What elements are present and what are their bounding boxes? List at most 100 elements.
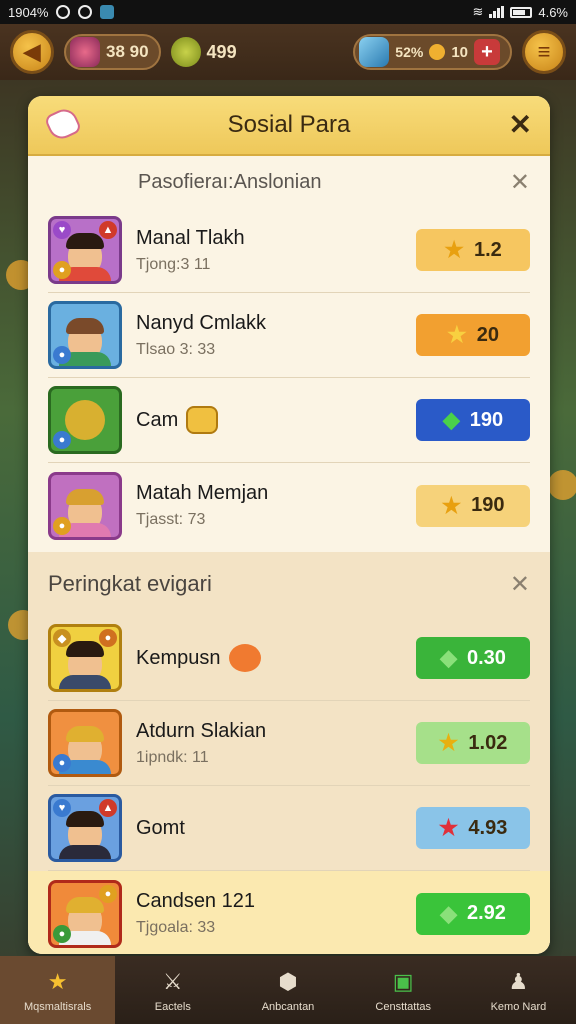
avatar: ♥ ▲ ● — [48, 216, 122, 284]
social-panel: Sosial Para ✕ Pasofieraı:Anslonian ✕ ♥ ▲… — [28, 96, 550, 954]
coin-badge-icon: ● — [53, 431, 71, 449]
friend-row[interactable]: ● Nanyd Cmlakk Tlsao 3: 33 ★ 20 — [48, 293, 530, 378]
back-button[interactable]: ◀ — [10, 30, 54, 74]
player-name: Candsen 121 — [136, 890, 255, 912]
friend-row[interactable]: ● Cam ◆ 190 — [48, 378, 530, 463]
eraser-icon — [43, 104, 83, 144]
ranking-row[interactable]: ● Atdurn Slakian 1ipndk: 11 ★ 1.02 — [48, 701, 530, 786]
nav-item-leaderboard[interactable]: ★ Mqsmaltisrals — [0, 956, 116, 1024]
nav-item-alliance[interactable]: ⬢ Anbcantan — [230, 956, 345, 1024]
top-resource-bar: ◀ 38 90 499 52% 10 + ≡ — [0, 24, 576, 80]
shield-badge-icon: ◆ — [53, 629, 71, 647]
ranking-section: Peringkat evigari ✕ ◆ ● Kempusn ◆ 0.30 ●… — [28, 552, 550, 954]
resource-3[interactable]: 52% 10 + — [353, 34, 512, 70]
add-resource-button[interactable]: + — [474, 39, 500, 65]
player-name: Atdurn Slakian — [136, 719, 267, 742]
ranking-row[interactable]: ♥ ▲ Gomt ★ 4.93 — [48, 786, 530, 871]
player-name: Nanyd Cmlakk — [136, 311, 267, 334]
star-icon: ★ — [438, 815, 459, 840]
score-value: 2.92 — [466, 902, 506, 924]
nav-item-profile[interactable]: ♟ Kemo Nard — [461, 956, 576, 1024]
score-button[interactable]: ★ 4.93 — [416, 807, 530, 849]
creature-icon — [65, 400, 105, 440]
camera-icon — [78, 5, 93, 19]
score-value: 4.93 — [468, 816, 508, 839]
heart-badge-icon: ♥ — [53, 799, 71, 817]
panel-title: Sosial Para — [227, 111, 351, 138]
avatar: ● — [48, 301, 122, 369]
score-button[interactable]: ★ 20 — [416, 314, 530, 356]
avatar: ● ● — [48, 879, 122, 948]
star-icon: ★ — [438, 730, 459, 755]
score-value: 20 — [476, 323, 499, 346]
app-icon — [100, 5, 115, 19]
ranking-row[interactable]: ◆ ● Kempusn ◆ 0.30 — [48, 616, 530, 701]
resource-2-value: 499 — [206, 41, 237, 62]
friends-section-title: Pasofieraı:Anslonian — [138, 170, 322, 193]
score-button[interactable]: ★ 1.02 — [416, 722, 530, 764]
player-sub: Tjasst: 73 — [136, 511, 206, 528]
level-badge-icon: ● — [99, 884, 117, 903]
ranking-section-title: Peringkat evigari — [48, 571, 212, 596]
coin-badge-icon: ● — [53, 346, 71, 364]
gem-icon: ◆ — [442, 407, 460, 432]
player-sub: Tlsao 3: 33 — [136, 340, 216, 358]
player-name: Cam — [136, 408, 179, 431]
coin-badge-icon: ● — [53, 754, 71, 772]
bottom-nav: ★ Mqsmaltisrals ⚔ Eactels ⬢ Anbcantan ▣ … — [0, 956, 576, 1024]
status-left-text: 1904% — [8, 4, 49, 20]
player-name: Gomt — [136, 816, 185, 839]
close-icon[interactable]: ✕ — [509, 108, 532, 141]
player-sub: 1ipndk: 11 — [136, 748, 209, 766]
resource-1[interactable]: 38 90 — [64, 34, 161, 70]
signal-icon — [489, 6, 505, 18]
close-icon[interactable]: ✕ — [510, 168, 530, 197]
friends-section: Pasofieraı:Anslonian ✕ ♥ ▲ ● Manal Tlakh… — [28, 156, 550, 552]
friends-section-header: Pasofieraı:Anslonian ✕ — [48, 156, 530, 208]
score-button[interactable]: ◆ 0.30 — [416, 637, 530, 679]
score-button[interactable]: ★ 1.2 — [416, 229, 530, 271]
wifi-icon: ≋ — [472, 4, 484, 19]
arrow-left-icon: ◀ — [23, 39, 41, 64]
treasure-icon — [186, 406, 219, 434]
profile-icon: ♟ — [508, 969, 529, 994]
ranking-section-header: Peringkat evigari ✕ — [48, 552, 530, 616]
side-coin-icon — [548, 470, 576, 500]
nav-item-chat[interactable]: ▣ Censttattas — [346, 956, 461, 1024]
battery-icon — [510, 6, 533, 18]
resource-2[interactable]: 499 — [170, 37, 237, 67]
sword-icon: ⚔ — [162, 969, 183, 994]
avatar: ◆ ● — [48, 624, 122, 692]
star-icon: ★ — [47, 969, 68, 994]
resource-3a-value: 52% — [395, 44, 424, 60]
shield-icon: ⬢ — [278, 969, 298, 994]
close-icon[interactable]: ✕ — [510, 570, 530, 599]
menu-button[interactable]: ≡ — [522, 30, 566, 74]
player-name-group: Cam — [136, 406, 416, 434]
crystal-cube-icon — [359, 37, 390, 67]
star-icon: ★ — [441, 492, 462, 518]
score-button[interactable]: ★ 190 — [416, 484, 530, 527]
level-badge-icon: ▲ — [99, 799, 117, 817]
nav-label: Censttattas — [375, 1001, 432, 1013]
player-sub: Tjong:3 11 — [136, 255, 211, 273]
resource-1-value: 38 90 — [106, 42, 149, 61]
nav-item-battles[interactable]: ⚔ Eactels — [115, 956, 230, 1024]
ranking-row[interactable]: ● ● Candsen 121 Tjgoala: 33 ◆ 2.92 — [28, 871, 550, 954]
player-sub: Tjgoala: 33 — [136, 919, 216, 936]
avatar: ● — [48, 386, 122, 454]
heart-badge-icon: ♥ — [53, 221, 71, 239]
nav-label: Eactels — [154, 1001, 191, 1013]
star-icon: ★ — [444, 237, 464, 262]
nav-label: Mqsmaltisrals — [23, 1001, 92, 1013]
gem-icon: ◆ — [440, 900, 457, 926]
coin-badge-icon: ● — [53, 261, 71, 279]
friend-row[interactable]: ● Matah Memjan Tjasst: 73 ★ 190 — [48, 463, 530, 548]
coin-badge-icon: ● — [53, 924, 71, 943]
score-button[interactable]: ◆ 190 — [416, 399, 530, 441]
coin-icon — [429, 44, 446, 60]
friend-row[interactable]: ♥ ▲ ● Manal Tlakh Tjong:3 11 ★ 1.2 — [48, 208, 530, 293]
score-button[interactable]: ◆ 2.92 — [416, 892, 530, 935]
panel-header: Sosial Para ✕ — [28, 96, 550, 156]
player-name: Matah Memjan — [136, 482, 269, 504]
